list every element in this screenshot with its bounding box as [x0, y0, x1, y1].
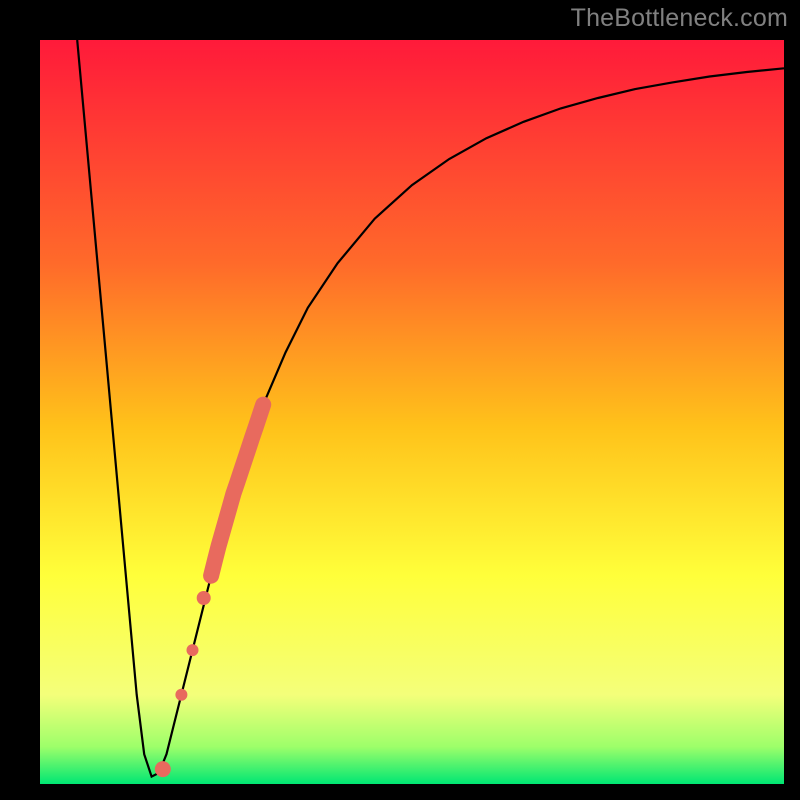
highlight-dot — [187, 644, 199, 656]
highlight-dot — [175, 689, 187, 701]
watermark-label: TheBottleneck.com — [571, 4, 788, 33]
chart-frame: TheBottleneck.com — [0, 0, 800, 800]
highlight-dot — [155, 761, 171, 777]
bottleneck-chart — [0, 0, 800, 800]
plot-background — [40, 40, 784, 784]
highlight-dot — [197, 591, 211, 605]
